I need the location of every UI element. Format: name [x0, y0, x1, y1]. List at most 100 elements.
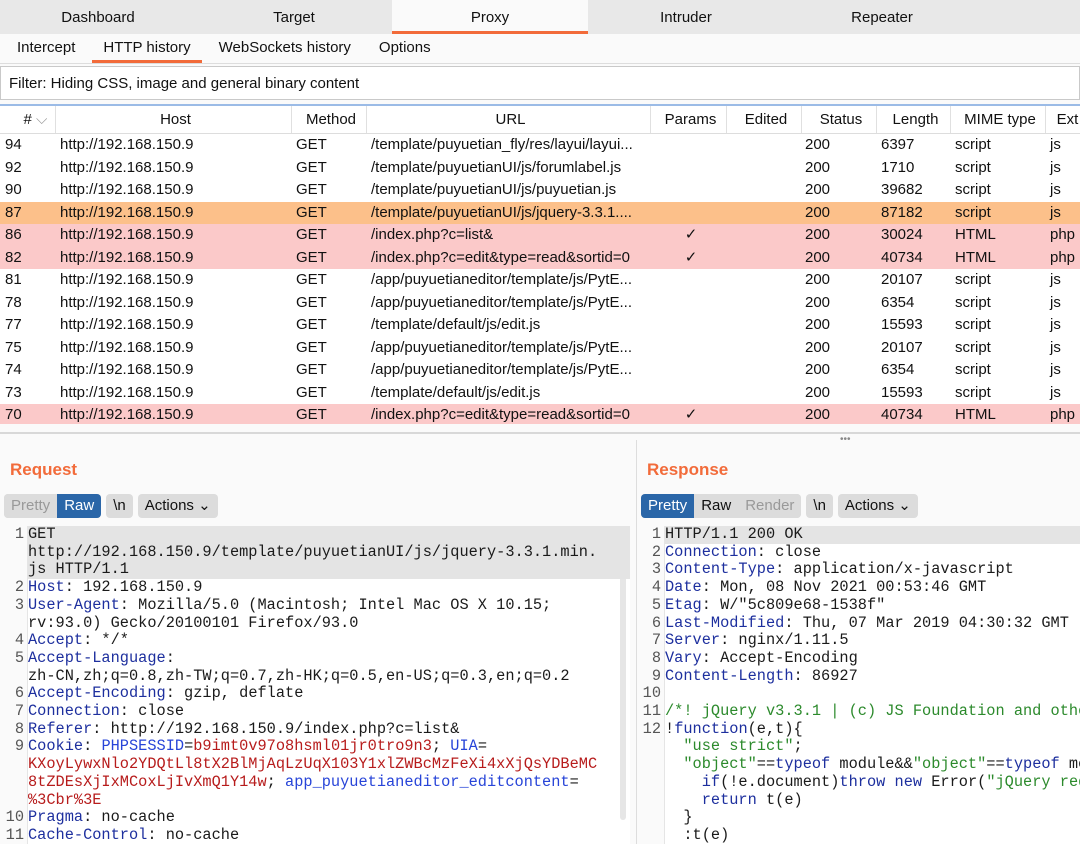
column-header-host[interactable]: Host — [56, 106, 292, 133]
code-token: "jQuery requires a window" — [986, 772, 1080, 791]
subtab-http-history[interactable]: HTTP history — [92, 34, 202, 63]
table-row[interactable]: 87 http://192.168.150.9 GET/template/puyue… — [0, 201, 1080, 224]
code-token: Connection — [28, 702, 120, 721]
table-cell: 30024 — [881, 226, 923, 243]
response-pane: Response Pretty Raw Render \n Actions ⌄ … — [636, 440, 1080, 844]
tab-repeater[interactable]: Repeater — [784, 0, 980, 34]
column-header-params[interactable]: Params — [651, 106, 727, 133]
tab-proxy[interactable]: Proxy — [392, 0, 588, 34]
table-cell — [651, 179, 727, 202]
line-text: Server: nginx/1.11.5 — [665, 631, 849, 649]
code-line: zh-CN,zh;q=0.8,zh-TW;q=0.7,zh-HK;q=0.5,e… — [0, 666, 630, 686]
code-line: "object"==typeof module&&"object"==typeo… — [637, 755, 1080, 774]
table-cell: 40734 — [881, 406, 923, 423]
table-row[interactable]: 81 http://192.168.150.9 GET/app/puyuetiane… — [0, 269, 1080, 292]
line-text: 8tZDEsXjIxMCoxLjIvXmQ1Y14w; app_puyuetia… — [28, 773, 579, 791]
table-cell: script — [955, 316, 991, 333]
code-token: ! — [665, 719, 675, 738]
code-line: 2 Connection: close — [637, 542, 1080, 562]
line-text: Pragma: no-cache — [28, 808, 175, 826]
table-row[interactable]: 82 http://192.168.150.9 GET/index.php?c=ed… — [0, 246, 1080, 269]
table-row[interactable]: 77 http://192.168.150.9 GET/template/defau… — [0, 314, 1080, 337]
column-label: Method — [305, 111, 357, 128]
code-line: 5 Etag: W/"5c809e68-1538f" — [637, 596, 1080, 615]
column-header-[interactable]: # ⌵ — [0, 106, 56, 133]
line-number: 7 — [14, 702, 24, 721]
table-row[interactable]: 74 http://192.168.150.9 GET/app/puyuetiane… — [0, 359, 1080, 382]
code-token: :t(e) — [665, 825, 730, 844]
table-cell: 74 — [5, 361, 22, 378]
response-actions-button[interactable]: Actions ⌄ — [837, 494, 918, 518]
actions-label: Actions — [144, 497, 194, 514]
code-line: 3 Content-Type: application/x-javascript — [637, 561, 1080, 579]
code-token: zh-CN,zh;q=0.8,zh-TW;q=0.7,zh-HK;q=0.5,e… — [28, 666, 570, 685]
response-editor[interactable]: 1 HTTP/1.1 200 OK 2 Connection: close 3 Conte… — [637, 526, 1080, 844]
table-cell: http://192.168.150.9 — [60, 203, 194, 221]
table-cell — [651, 337, 727, 360]
code-token: rv:93.0) Gecko/20100101 Firefox/93.0 — [28, 613, 359, 632]
subtab-intercept[interactable]: Intercept — [6, 34, 86, 63]
code-line: %3Cbr%3E — [0, 791, 630, 810]
filter-bar[interactable]: Filter: Hiding CSS, image and general bi… — [0, 66, 1080, 100]
table-row[interactable]: 73 http://192.168.150.9 GET/template/defau… — [0, 382, 1080, 405]
response-view-toggle: Pretty Raw Render — [641, 494, 802, 518]
table-cell: http://192.168.150.9 — [60, 226, 194, 243]
request-newline-button[interactable]: \n — [106, 494, 133, 518]
column-header-status[interactable]: Status — [802, 106, 877, 133]
tab-intruder[interactable]: Intruder — [588, 0, 784, 34]
table-row[interactable]: 94 http://192.168.150.9 GET/template/puyue… — [0, 134, 1080, 157]
request-pretty-button[interactable]: Pretty — [4, 494, 58, 518]
table-row[interactable]: 86 http://192.168.150.9 GET/index.php?c=li… — [0, 224, 1080, 247]
column-header-ext[interactable]: Ext — [1046, 106, 1080, 133]
table-cell: http://192.168.150.9 — [60, 361, 194, 378]
request-raw-button[interactable]: Raw — [57, 494, 102, 518]
tab-target[interactable]: Target — [196, 0, 392, 34]
column-header-edited[interactable]: Edited — [727, 106, 802, 133]
table-cell: GET — [296, 361, 327, 378]
subtab-websockets-history[interactable]: WebSockets history — [208, 34, 362, 63]
table-cell — [727, 224, 802, 247]
code-token: : gzip, deflate — [165, 684, 304, 703]
table-row[interactable]: 92 http://192.168.150.9 GET/template/puyue… — [0, 157, 1080, 180]
response-raw-button[interactable]: Raw — [694, 494, 739, 518]
code-line: "use strict"; — [637, 738, 1080, 756]
table-cell: /template/puyuetianUI/js/puyuetian.js — [371, 181, 617, 198]
table-cell: GET — [296, 338, 327, 356]
table-row[interactable]: 90 http://192.168.150.9 GET/template/puyue… — [0, 179, 1080, 202]
response-render-button[interactable]: Render — [738, 494, 802, 518]
split-divider[interactable] — [0, 432, 1080, 434]
line-number: 8 — [651, 648, 661, 667]
table-row[interactable]: 78 http://192.168.150.9 GET/app/puyuetiane… — [0, 292, 1080, 315]
table-cell: /template/default/js/edit.js — [371, 316, 541, 333]
table-cell: GET — [296, 406, 327, 423]
column-header-method[interactable]: Method — [292, 106, 367, 133]
code-token: Connection — [665, 542, 757, 561]
table-cell: 15593 — [881, 383, 923, 401]
table-cell: http://192.168.150.9 — [60, 271, 194, 288]
tab-dashboard[interactable]: Dashboard — [0, 0, 196, 34]
line-text: Etag: W/"5c809e68-1538f" — [665, 596, 885, 614]
subtab-options[interactable]: Options — [368, 34, 442, 63]
response-pretty-button[interactable]: Pretty — [641, 494, 695, 518]
column-header-url[interactable]: URL — [367, 106, 651, 133]
line-number: 5 — [14, 648, 24, 667]
column-header-mime-type[interactable]: MIME type — [951, 106, 1046, 133]
table-cell — [651, 359, 727, 382]
table-row[interactable]: 75 http://192.168.150.9 GET/app/puyuetiane… — [0, 337, 1080, 360]
table-cell: 200 — [805, 248, 831, 266]
response-newline-button[interactable]: \n — [806, 494, 833, 518]
table-row[interactable]: 70 http://192.168.150.9 GET/index.php?c=ed… — [0, 404, 1080, 424]
table-cell: script — [955, 203, 991, 221]
table-cell — [651, 134, 727, 157]
column-header-length[interactable]: Length — [877, 106, 951, 133]
table-cell: http://192.168.150.9 — [60, 181, 194, 198]
line-number: 2 — [14, 578, 24, 597]
code-line: http://192.168.150.9/template/puyuetianU… — [0, 543, 630, 562]
table-cell: 86 — [5, 226, 22, 243]
request-editor[interactable]: 1 GET http://192.168.150.9/template/puyuet… — [0, 526, 630, 844]
request-actions-button[interactable]: Actions ⌄ — [137, 494, 218, 518]
code-token: : http://192.168.150.9/index.php?c=list& — [92, 719, 460, 738]
line-text: /*! jQuery v3.3.1 | (c) JS Foundation an… — [665, 702, 1080, 720]
top-tabs: Dashboard Target Proxy Intruder Repeater — [0, 0, 1080, 34]
table-cell: 70 — [5, 406, 22, 423]
